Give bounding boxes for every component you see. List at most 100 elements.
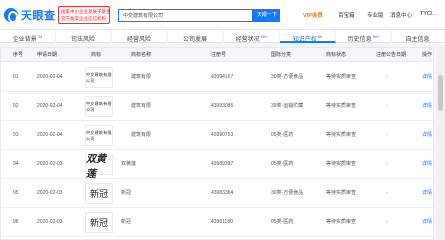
- cell-name: 建筑有限: [131, 132, 152, 138]
- cell-date: 2020-02-04: [37, 132, 63, 138]
- logo-text: 天眼查: [21, 10, 56, 22]
- tab-company-development[interactable]: 公司发展: [168, 30, 224, 43]
- tab-label: 知识产权: [292, 37, 317, 43]
- top-bar: 天眼查 国家中小企业发展子基金旗下 官方备案企业征信机构 中交建筑有限公司 天眼…: [0, 0, 445, 30]
- tab-label: 历史信息: [347, 37, 372, 43]
- cell-no: 92: [13, 103, 19, 109]
- trademark-image[interactable]: 新冠: [85, 183, 113, 204]
- tab-count: 99+: [260, 34, 268, 39]
- tab-operating-status[interactable]: 经营状况99+: [224, 30, 280, 43]
- cell-no: 93: [13, 132, 19, 138]
- cell-pub-date: -: [386, 190, 388, 196]
- tab-operating-risk[interactable]: 经营风险: [112, 30, 168, 43]
- trademark-image[interactable]: 中交建筑有限公司: [85, 96, 113, 117]
- cell-status: 等待实质审查: [326, 161, 357, 167]
- tab-history[interactable]: 历史信息99+: [336, 30, 392, 43]
- trademark-image-text: 双黄莲: [86, 153, 106, 180]
- page-scrollbar[interactable]: [436, 47, 445, 240]
- cell-class: 30类-方便食品: [271, 190, 304, 196]
- tab-count: 60: [317, 34, 323, 39]
- cell-reg-no: 43990753: [211, 132, 234, 138]
- cell-class: 39类-运输贮藏: [271, 103, 304, 109]
- enterprise-link[interactable]: 专业版: [367, 11, 384, 19]
- tab-count: 99+: [372, 34, 380, 39]
- header-no: 序号: [13, 52, 24, 58]
- tab-label: 经营状况: [235, 37, 260, 43]
- header-mark: 商标: [91, 52, 102, 58]
- cell-class: 05类-医药: [271, 161, 294, 167]
- table-row: 95 2020-02-03 新冠 新冠 43983364 30类-方便食品 等待…: [1, 179, 433, 208]
- header-date: 申请日期: [37, 52, 58, 58]
- banner-line: 国家中小企业发展子基金旗下: [61, 9, 110, 14]
- cell-date: 2020-02-03: [37, 190, 63, 196]
- tab-label: 自主信息: [405, 37, 430, 43]
- cell-status: 等待实质审查: [326, 132, 357, 138]
- header-class: 国际分类: [271, 52, 292, 58]
- banner-line: 官方备案企业征信机构: [61, 16, 106, 21]
- cell-class: 05类-医药: [271, 132, 294, 138]
- table-row: 94 2020-02-03 双黄莲 双黄莲 43989397 05类-医药 等待…: [1, 150, 433, 180]
- cell-date: 2020-02-04: [37, 74, 63, 80]
- detail-link[interactable]: 详情: [422, 179, 432, 208]
- section-tabs: 企业背景24 司法风险 经营风险 公司发展 经营状况99+ 知识产权60 历史信…: [0, 30, 445, 43]
- cell-name: 建筑有限: [131, 74, 152, 80]
- cell-date: 2020-02-03: [37, 161, 63, 167]
- detail-link[interactable]: 详情: [422, 121, 432, 150]
- cell-pub-date: -: [386, 161, 388, 167]
- vip-link[interactable]: VIP会员: [303, 11, 323, 19]
- detail-link[interactable]: 详情: [422, 63, 432, 92]
- table-row: 96 2020-02-03 新冠 新冠 43981180 05类-医药 等待实质…: [1, 208, 433, 237]
- cell-pub-date: -: [386, 219, 388, 225]
- header-action: 操作: [422, 52, 433, 58]
- trademark-image[interactable]: 双黄莲: [85, 154, 113, 180]
- detail-link[interactable]: 详情: [422, 150, 432, 179]
- table-row: 92 2020-02-04 中交建筑有限公司 建筑有限 43993086 39类…: [1, 92, 433, 121]
- cell-pub-date: -: [386, 74, 388, 80]
- tab-label: 司法风险: [70, 37, 95, 43]
- cell-reg-no: 43993086: [211, 103, 234, 109]
- cell-pub-date: -: [386, 132, 388, 138]
- tab-count: 24: [37, 34, 43, 39]
- trademark-image-text: 中交建筑有限公司: [86, 129, 112, 141]
- cell-class: 05类-医药: [271, 219, 294, 225]
- cell-status: 等待实质审查: [326, 74, 357, 80]
- detail-link[interactable]: 详情: [422, 92, 432, 121]
- trademark-image[interactable]: 新冠: [85, 212, 113, 233]
- trademark-table: 序号 申请日期 商标 商标名称 注册号 国际分类 商标状态 注册公告日期 操作 …: [0, 47, 434, 240]
- cell-no: 96: [13, 219, 19, 225]
- scrollbar-thumb[interactable]: [438, 75, 443, 111]
- header-status: 商标状态: [326, 52, 347, 58]
- cell-date: 2020-02-03: [37, 219, 63, 225]
- cell-status: 等待实质审查: [326, 190, 357, 196]
- tab-judicial-risk[interactable]: 司法风险: [56, 30, 112, 43]
- cell-reg-no: 43994167: [211, 74, 234, 80]
- cell-status: 等待实质审查: [326, 219, 357, 225]
- detail-link[interactable]: 详情: [422, 208, 432, 237]
- cell-reg-no: 43989397: [211, 161, 234, 167]
- search-input[interactable]: 中交建筑有限公司: [118, 9, 252, 22]
- tab-intellectual-property[interactable]: 知识产权60: [280, 30, 336, 43]
- user-menu[interactable]: TYCI...: [420, 11, 437, 17]
- cell-pub-date: -: [386, 103, 388, 109]
- tab-self-info[interactable]: 自主信息: [392, 30, 445, 43]
- trademark-image[interactable]: 中交建筑有限公司: [85, 67, 113, 88]
- app-link[interactable]: 百宝箱: [338, 11, 355, 19]
- credit-banner[interactable]: 国家中小企业发展子基金旗下 官方备案企业征信机构: [58, 6, 110, 24]
- header-name: 商标名称: [131, 52, 152, 58]
- cell-no: 91: [13, 74, 19, 80]
- messages-link[interactable]: 消息中心: [390, 11, 412, 19]
- header-pub-date: 注册公告日期: [376, 52, 407, 58]
- search-button[interactable]: 天眼一下: [252, 9, 280, 22]
- tab-label: 经营风险: [126, 37, 151, 43]
- table-row: 91 2020-02-04 中交建筑有限公司 建筑有限 43994167 30类…: [1, 63, 433, 92]
- trademark-image[interactable]: 中交建筑有限公司: [85, 125, 113, 146]
- tab-label: 企业背景: [12, 37, 37, 43]
- cell-reg-no: 43981180: [211, 219, 233, 225]
- table-row: 93 2020-02-04 中交建筑有限公司 建筑有限 43990753 05类…: [1, 121, 433, 150]
- cell-date: 2020-02-04: [37, 103, 63, 109]
- logo[interactable]: 天眼查: [4, 5, 56, 25]
- tab-label: 公司发展: [182, 37, 207, 43]
- cell-name: 新冠: [121, 190, 132, 196]
- tab-company-background[interactable]: 企业背景24: [0, 30, 56, 43]
- cell-name: 新冠: [121, 219, 132, 225]
